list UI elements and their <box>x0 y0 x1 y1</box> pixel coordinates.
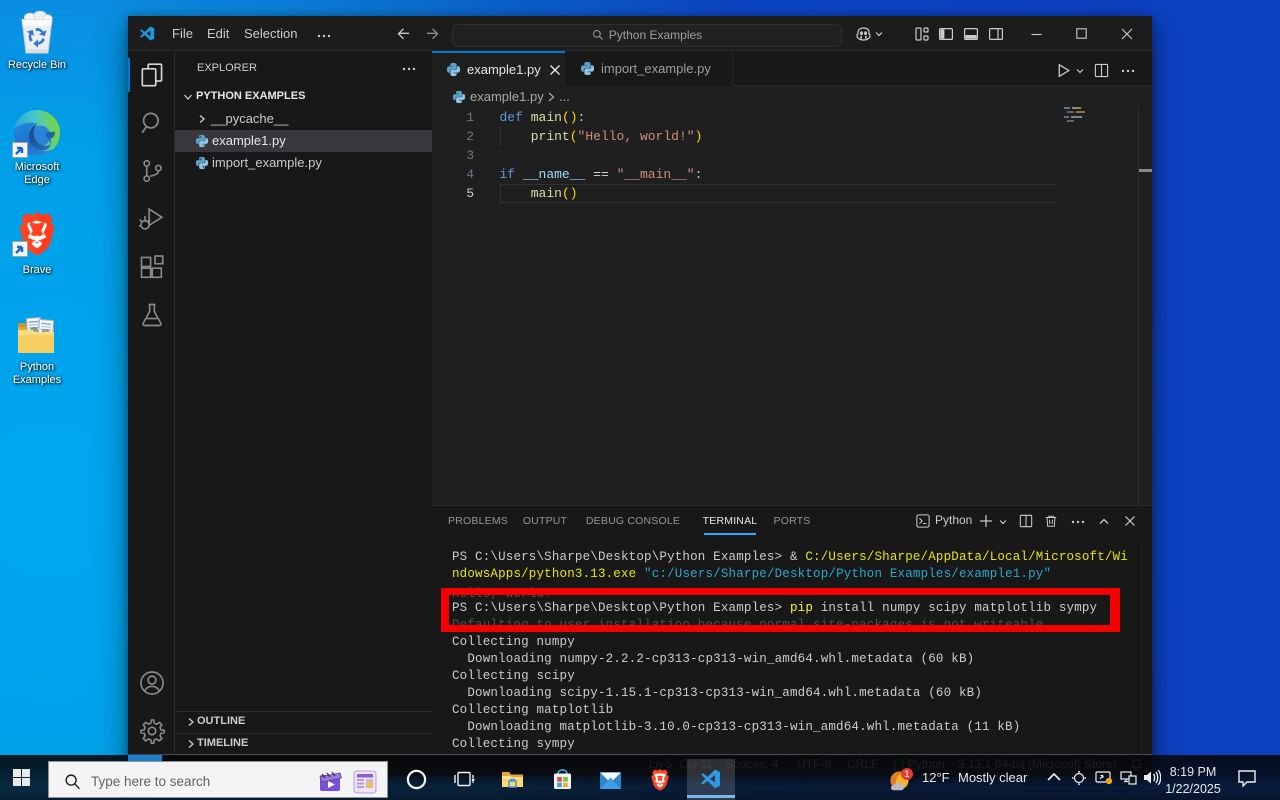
svg-text:1: 1 <box>904 769 909 779</box>
